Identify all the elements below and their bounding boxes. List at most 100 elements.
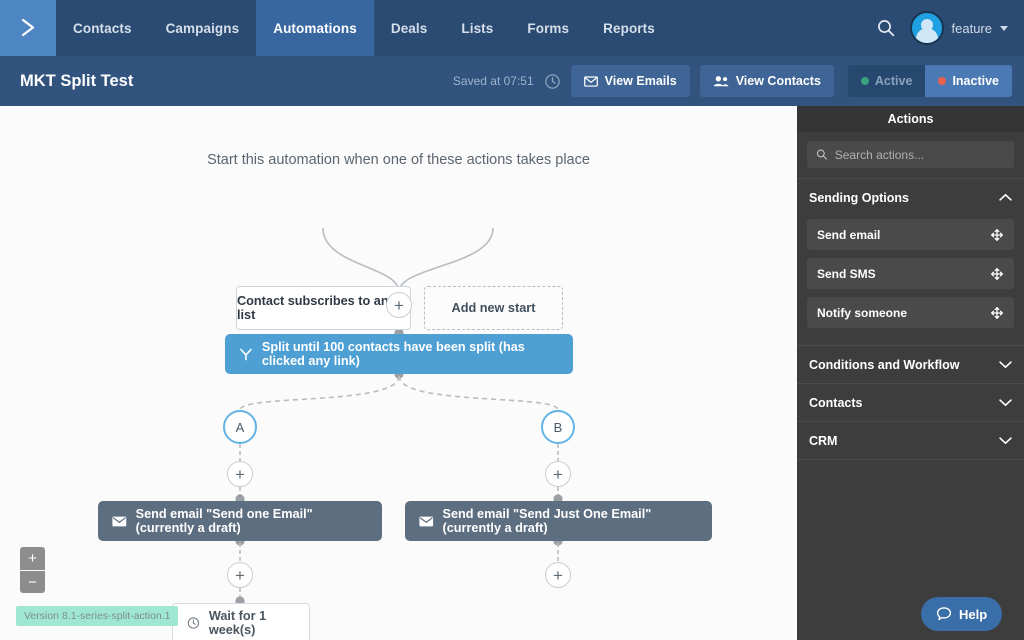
plus-glyph: + bbox=[235, 565, 245, 585]
add-step-button-after-email-a[interactable]: + bbox=[227, 562, 253, 588]
chat-bubble-icon bbox=[936, 607, 952, 621]
branch-circle-b[interactable]: B bbox=[541, 410, 575, 444]
wait-node-label: Wait for 1 week(s) bbox=[208, 609, 267, 637]
wait-node[interactable]: Wait for 1 week(s) bbox=[172, 603, 310, 640]
version-badge: Version 8.1-series-split-action.1 bbox=[16, 606, 179, 626]
envelope-icon bbox=[419, 516, 434, 526]
trigger-contact-subscribes[interactable]: Contact subscribes to any list bbox=[236, 286, 411, 330]
plus-glyph: + bbox=[553, 464, 563, 484]
sidebar-section-label: CRM bbox=[809, 433, 838, 448]
search-actions-input[interactable] bbox=[834, 147, 1005, 162]
add-step-button-branch-a[interactable]: + bbox=[227, 461, 253, 487]
nav-item-forms[interactable]: Forms bbox=[510, 0, 586, 56]
people-icon bbox=[713, 76, 729, 87]
envelope-icon bbox=[583, 75, 598, 87]
user-menu[interactable]: feature bbox=[909, 11, 1008, 45]
avatar bbox=[909, 11, 944, 45]
search-actions-box[interactable] bbox=[807, 141, 1014, 168]
sidebar-action-send-email[interactable]: Send email bbox=[807, 219, 1014, 250]
drag-move-icon[interactable] bbox=[990, 306, 1004, 320]
sidebar-items-sending-options: Send email Send SMS Notify someone bbox=[797, 216, 1024, 345]
search-icon bbox=[816, 149, 827, 160]
top-navigation-bar: Contacts Campaigns Automations Deals Lis… bbox=[0, 0, 1024, 56]
email-node-label: Send email "Send Just One Email" (curren… bbox=[442, 507, 652, 535]
trigger-label: Contact subscribes to any list bbox=[237, 294, 396, 322]
user-name: feature bbox=[951, 20, 992, 36]
sidebar-title: Actions bbox=[797, 106, 1024, 132]
chevron-up-icon bbox=[999, 193, 1012, 201]
view-emails-label: View Emails bbox=[604, 74, 677, 88]
automation-builder-page: Contacts Campaigns Automations Deals Lis… bbox=[0, 0, 1024, 640]
nav-item-lists[interactable]: Lists bbox=[444, 0, 510, 56]
saved-status: Saved at 07:51 bbox=[452, 74, 534, 88]
status-active-button[interactable]: Active bbox=[847, 65, 926, 97]
status-toggle-group: Active Inactive bbox=[847, 65, 1012, 97]
zoom-in-button[interactable]: + bbox=[20, 547, 45, 570]
canvas-zoom-controls: + − bbox=[20, 547, 45, 593]
branch-circle-a[interactable]: A bbox=[223, 410, 257, 444]
search-icon[interactable] bbox=[876, 18, 896, 38]
nav-item-reports[interactable]: Reports bbox=[586, 0, 672, 56]
view-contacts-label: View Contacts bbox=[735, 74, 821, 88]
sidebar-section-crm[interactable]: CRM bbox=[797, 421, 1024, 459]
add-step-button-root[interactable]: + bbox=[386, 292, 412, 318]
sidebar-action-send-sms[interactable]: Send SMS bbox=[807, 258, 1014, 289]
sidebar-section-conditions-and-workflow[interactable]: Conditions and Workflow bbox=[797, 345, 1024, 383]
split-node-label: Split until 100 contacts have been split… bbox=[261, 340, 525, 368]
clock-icon bbox=[187, 617, 200, 629]
sidebar-divider bbox=[797, 459, 1024, 460]
automation-canvas[interactable]: Start this automation when one of these … bbox=[0, 106, 797, 640]
drag-move-icon[interactable] bbox=[990, 228, 1004, 242]
add-step-button-after-email-b[interactable]: + bbox=[545, 562, 571, 588]
avatar-body bbox=[915, 28, 938, 43]
help-button[interactable]: Help bbox=[921, 597, 1003, 631]
trigger-add-new-start[interactable]: Add new start bbox=[424, 286, 563, 330]
nav-item-automations[interactable]: Automations bbox=[256, 0, 374, 56]
drag-move-icon[interactable] bbox=[990, 267, 1004, 281]
status-active-label: Active bbox=[874, 74, 913, 88]
status-inactive-label: Inactive bbox=[952, 74, 999, 88]
nav-items: Contacts Campaigns Automations Deals Lis… bbox=[56, 0, 672, 56]
nav-label: Reports bbox=[603, 20, 655, 36]
sidebar-section-label: Contacts bbox=[809, 395, 863, 410]
nav-label: Automations bbox=[273, 20, 357, 36]
actions-sidebar: Actions Sending Options Send email bbox=[797, 106, 1024, 640]
split-fork-icon bbox=[240, 348, 252, 360]
nav-label: Campaigns bbox=[165, 20, 240, 36]
email-node-b[interactable]: Send email "Send Just One Email" (curren… bbox=[405, 501, 712, 541]
sidebar-action-label: Notify someone bbox=[817, 305, 908, 320]
clock-history-icon[interactable] bbox=[544, 73, 561, 90]
view-contacts-button[interactable]: View Contacts bbox=[699, 65, 834, 97]
chevron-down-icon bbox=[1000, 25, 1008, 31]
nav-label: Lists bbox=[461, 20, 494, 36]
subheader-actions: Saved at 07:51 View Emails View Contacts… bbox=[453, 65, 1012, 97]
automation-subheader: MKT Split Test Saved at 07:51 View Email… bbox=[0, 56, 1024, 106]
help-label: Help bbox=[959, 606, 988, 622]
status-inactive-button[interactable]: Inactive bbox=[925, 65, 1012, 97]
chevron-down-icon bbox=[999, 399, 1012, 407]
nav-label: Deals bbox=[390, 20, 428, 36]
email-node-a[interactable]: Send email "Send one Email" (currently a… bbox=[98, 501, 382, 541]
add-step-button-branch-b[interactable]: + bbox=[545, 461, 571, 487]
sidebar-search-wrap bbox=[797, 132, 1024, 178]
sidebar-action-label: Send SMS bbox=[817, 266, 876, 281]
sidebar-section-contacts[interactable]: Contacts bbox=[797, 383, 1024, 421]
nav-item-deals[interactable]: Deals bbox=[374, 0, 445, 56]
nav-label: Contacts bbox=[73, 20, 132, 36]
branch-label: B bbox=[553, 419, 563, 435]
envelope-icon bbox=[112, 516, 127, 526]
zoom-out-button[interactable]: − bbox=[20, 570, 45, 593]
split-node[interactable]: Split until 100 contacts have been split… bbox=[225, 334, 573, 374]
nav-right-group: feature bbox=[876, 0, 1024, 56]
app-logo[interactable] bbox=[0, 0, 56, 56]
nav-item-campaigns[interactable]: Campaigns bbox=[149, 0, 257, 56]
inactive-status-dot bbox=[938, 77, 947, 85]
view-emails-button[interactable]: View Emails bbox=[570, 65, 690, 97]
sidebar-action-notify-someone[interactable]: Notify someone bbox=[807, 297, 1014, 328]
sidebar-section-sending-options[interactable]: Sending Options bbox=[797, 178, 1024, 216]
sidebar-section-label: Conditions and Workflow bbox=[809, 357, 960, 372]
page-title: MKT Split Test bbox=[20, 71, 134, 90]
branch-label: A bbox=[235, 419, 245, 435]
nav-item-contacts[interactable]: Contacts bbox=[56, 0, 149, 56]
chevron-right-logo-icon bbox=[21, 18, 35, 37]
